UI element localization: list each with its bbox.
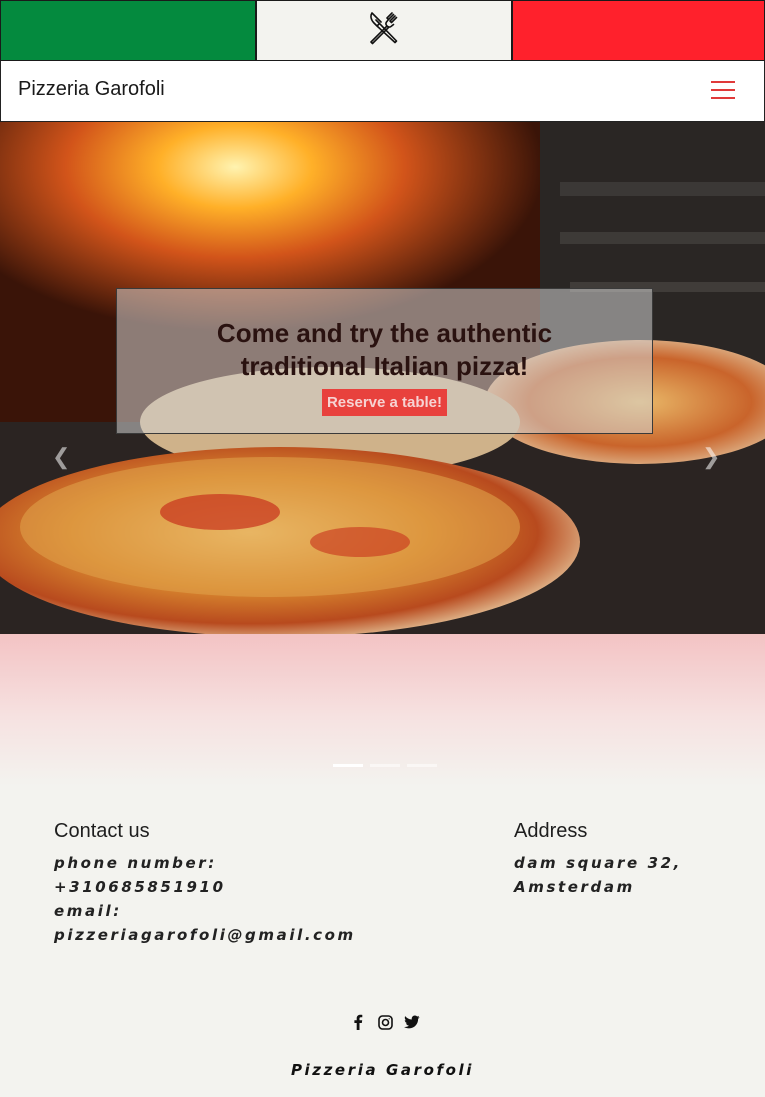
navbar: Pizzeria Garofoli xyxy=(0,61,765,122)
hero-headline-line1: Come and try the authentic xyxy=(216,318,553,348)
hero-carousel: Come and try the authentic traditional I… xyxy=(0,122,765,634)
flag-red-stripe xyxy=(512,0,765,61)
contact-title: Contact us xyxy=(54,820,150,842)
instagram-icon[interactable] xyxy=(377,1013,393,1031)
hero-headline-line2: traditional Italian pizza! xyxy=(240,351,529,381)
hero-headline: Come and try the authentic traditional I… xyxy=(117,317,652,383)
flag-green-stripe xyxy=(0,0,256,61)
address-title: Address xyxy=(514,820,588,842)
carousel-indicator-band xyxy=(0,634,765,786)
carousel-indicator-2[interactable] xyxy=(370,764,400,767)
hamburger-menu-icon[interactable] xyxy=(709,78,739,104)
footer-brand: Pizzeria Garofoli xyxy=(290,1061,475,1079)
contact-section: Contact us phone number: +310685851910 e… xyxy=(54,820,356,947)
carousel-indicator-1[interactable] xyxy=(333,764,363,767)
phone-number[interactable]: +310685851910 xyxy=(54,875,356,899)
flag-white-stripe xyxy=(256,0,512,61)
address-line2: Amsterdam xyxy=(514,878,635,896)
reserve-table-button[interactable]: Reserve a table! xyxy=(321,389,448,416)
carousel-indicators xyxy=(333,764,437,767)
chevron-left-icon[interactable]: ❮ xyxy=(52,444,70,470)
address-line1: dam square 32, xyxy=(514,854,682,872)
email-label: email: xyxy=(54,902,122,920)
italian-flag-banner xyxy=(0,0,765,61)
social-links xyxy=(350,1013,420,1031)
fork-knife-icon xyxy=(366,10,402,51)
hero-caption: Come and try the authentic traditional I… xyxy=(116,288,653,434)
facebook-icon[interactable] xyxy=(350,1013,366,1031)
carousel-indicator-3[interactable] xyxy=(407,764,437,767)
address-section: Address dam square 32, Amsterdam xyxy=(514,820,682,899)
email-address[interactable]: pizzeriagarofoli@gmail.com xyxy=(54,923,356,947)
twitter-icon[interactable] xyxy=(404,1013,420,1031)
chevron-right-icon[interactable]: ❯ xyxy=(702,444,720,470)
phone-label: phone number: xyxy=(54,854,217,872)
brand-name[interactable]: Pizzeria Garofoli xyxy=(18,78,165,101)
